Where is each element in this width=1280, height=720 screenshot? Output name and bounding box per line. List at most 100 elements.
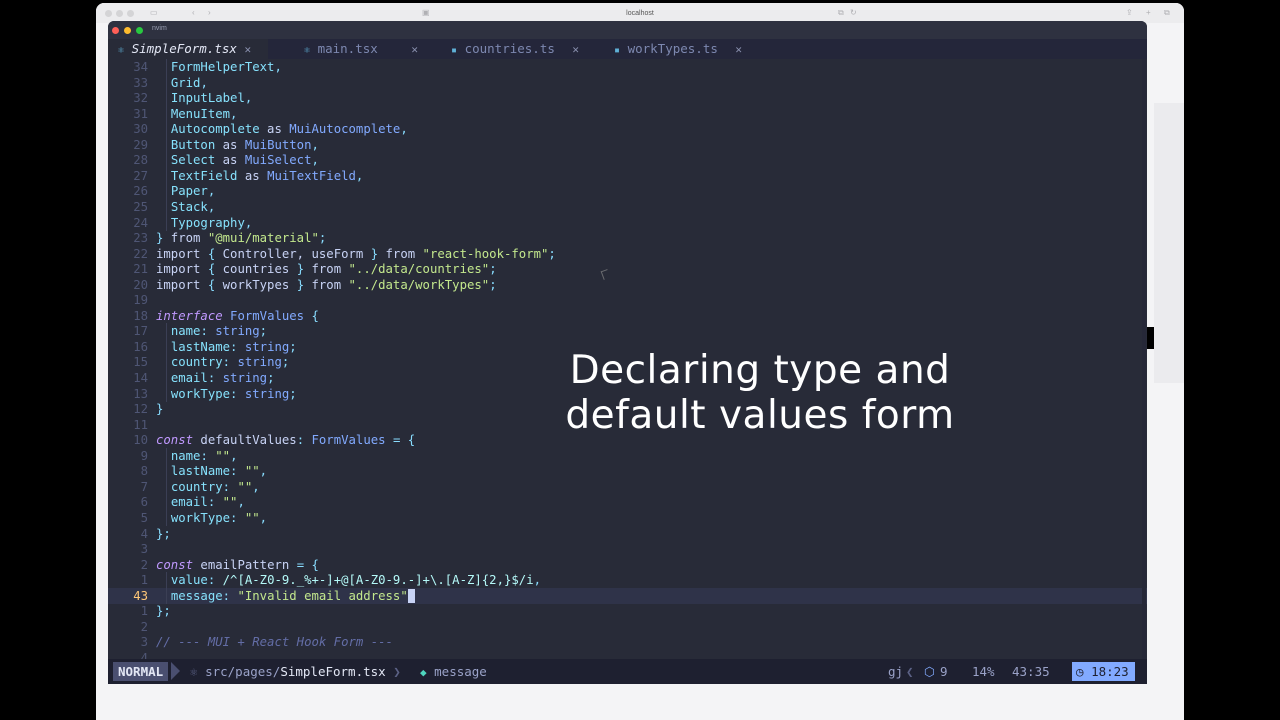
code-line[interactable]: 4}; (108, 526, 1147, 542)
code-line[interactable]: 28 Select as MuiSelect, (108, 152, 1147, 169)
code-token: ; (489, 277, 497, 292)
close-icon[interactable]: ✕ (244, 43, 251, 56)
code-token: , (274, 60, 282, 74)
close-icon[interactable]: ✕ (572, 43, 579, 56)
line-number: 12 (133, 402, 148, 417)
code-token: , (200, 75, 208, 90)
code-token: import (156, 246, 208, 261)
code-token: } (296, 277, 305, 292)
code-line[interactable]: 21 import { countries } from "../data/cou… (108, 261, 1147, 277)
code-token: MuiTextField (267, 168, 356, 183)
code-token: : (230, 386, 245, 401)
code-text: country: string; (156, 354, 289, 370)
close-icon[interactable]: ✕ (735, 43, 742, 56)
code-line[interactable]: 3 (108, 541, 1147, 557)
share-icon[interactable]: ⇪ (1126, 8, 1133, 17)
translate-icon[interactable]: ⧉ (838, 8, 844, 18)
code-token: { (207, 262, 223, 277)
code-token: , (311, 137, 319, 152)
code-line[interactable]: 6 email: "", (108, 494, 1147, 511)
code-text: workType: "", (156, 510, 267, 526)
code-line[interactable]: 30 Autocomplete as MuiAutocomplete, (108, 121, 1147, 138)
code-token: import (156, 277, 208, 292)
code-line[interactable]: 18 interface FormValues { (108, 308, 1147, 324)
code-line[interactable]: 22 import { Controller, useForm } from "r… (108, 246, 1147, 262)
typescript-icon: ▪ (614, 45, 621, 56)
new-tab-icon[interactable]: + (1146, 8, 1151, 17)
code-line[interactable]: 24 Typography, (108, 214, 1147, 231)
code-line[interactable]: 5 workType: "", (108, 509, 1147, 526)
code-line[interactable]: 3 // --- MUI + React Hook Form --- (108, 634, 1147, 650)
code-line[interactable]: 31 MenuItem, (108, 105, 1147, 122)
code-line[interactable]: 7 country: "", (108, 478, 1147, 495)
code-line[interactable]: 29 Button as MuiButton, (108, 136, 1147, 153)
code-token: name (170, 324, 201, 339)
code-token: { (207, 277, 223, 292)
code-token: lastName (170, 464, 231, 479)
code-line[interactable]: 23} from "@mui/material"; (108, 230, 1147, 246)
close-icon[interactable]: ✕ (411, 43, 418, 56)
code-token: from (163, 231, 208, 246)
tab-overview-icon[interactable]: ⧉ (1164, 8, 1170, 18)
code-token: TextField (170, 168, 238, 183)
code-line[interactable]: 19 (108, 292, 1147, 308)
code-token: "react-hook-form" (422, 246, 549, 261)
code-line[interactable]: 9 name: "", (108, 447, 1147, 464)
browser-url[interactable]: localhost (96, 10, 1184, 17)
tab-countries[interactable]: ▪ countries.ts ✕ (451, 39, 579, 59)
code-line[interactable]: 1}; (108, 603, 1147, 619)
close-button[interactable] (112, 27, 119, 34)
scrollbar[interactable] (1142, 59, 1146, 659)
code-line[interactable]: 20 import { workTypes } from "../data/wor… (108, 277, 1147, 293)
code-line[interactable]: 26 Paper, (108, 183, 1147, 200)
code-token: Stack (170, 199, 208, 214)
tab-simpleform[interactable]: ⚛ SimpleForm.tsx ✕ (108, 39, 268, 59)
code-line[interactable]: 8 lastName: "", (108, 463, 1147, 480)
code-line[interactable]: 2 const emailPattern = { (108, 557, 1147, 573)
code-token: Paper (170, 184, 208, 199)
code-token: , (533, 573, 542, 588)
code-line[interactable]: 25 Stack, (108, 198, 1147, 215)
cursor-position: 43:35 (1012, 664, 1050, 679)
code-token: : (207, 573, 223, 588)
code-token: ; (289, 386, 297, 401)
tab-main[interactable]: ⚛ main.tsx ✕ (304, 39, 418, 59)
code-token: { (304, 308, 319, 323)
code-line[interactable]: 1 value: /^[A-Z0-9._%+-]+@[A-Z0-9.-]+\.[… (108, 572, 1147, 589)
current-code-line[interactable]: 43 message: "Invalid email address" (108, 587, 1147, 604)
video-caption: Declaring type and default values form (540, 348, 980, 438)
code-token: : (207, 371, 223, 385)
tab-label: main.tsx (317, 41, 378, 56)
code-line[interactable]: 2 (108, 619, 1147, 635)
line-number: 9 (140, 448, 148, 463)
line-number: 2 (140, 619, 148, 634)
code-token: country (170, 355, 223, 370)
code-text: Select as MuiSelect, (156, 152, 319, 168)
reload-icon[interactable]: ↻ (850, 8, 857, 17)
code-line[interactable]: 32 InputLabel, (108, 90, 1147, 107)
code-token: { (207, 246, 223, 261)
code-token: email (170, 495, 208, 510)
code-line[interactable]: 33 Grid, (108, 74, 1147, 91)
code-token: workType (170, 386, 231, 401)
code-text: import { Controller, useForm } from "rea… (156, 246, 556, 262)
tab-worktypes[interactable]: ▪ workTypes.ts ✕ (614, 39, 742, 59)
line-number: 21 (133, 262, 148, 277)
code-text: lastName: string; (156, 339, 297, 355)
caption-line: default values form (565, 393, 955, 438)
react-icon: ⚛ (304, 45, 311, 56)
code-token: workTypes (222, 277, 297, 292)
code-token: string (237, 355, 282, 370)
code-line[interactable]: 34 FormHelperText, (108, 59, 1147, 75)
buffer-tabbar: ⚛ SimpleForm.tsx ✕ ⚛ main.tsx ✕ ▪ countr… (108, 39, 1147, 59)
minimize-button[interactable] (124, 27, 131, 34)
code-line[interactable]: 27 TextField as MuiTextField, (108, 167, 1147, 184)
zoom-button[interactable] (136, 27, 143, 34)
code-line[interactable]: 17 name: string; (108, 323, 1147, 340)
